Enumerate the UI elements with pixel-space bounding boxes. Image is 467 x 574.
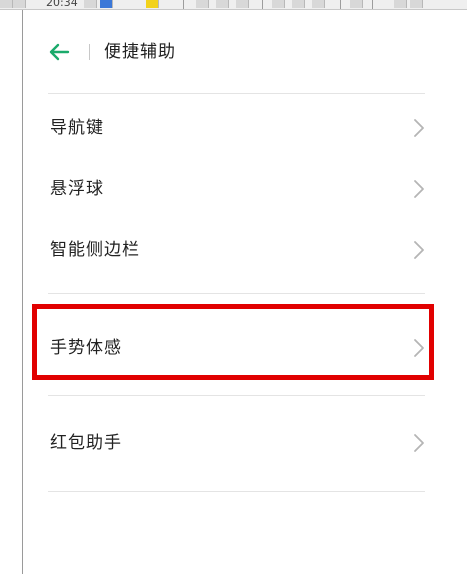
chevron-right-icon [414,119,424,137]
toolbar-button[interactable] [410,0,423,8]
section-divider [48,395,425,396]
menu-item-label: 悬浮球 [50,179,104,199]
toolbar-button[interactable] [216,0,229,8]
toolbar-button[interactable] [100,0,113,8]
toolbar-button[interactable] [312,0,325,8]
page-header: 便捷辅助 [48,36,428,68]
menu-item-floating-ball[interactable]: 悬浮球 [48,169,428,209]
section-divider [48,293,425,294]
section-divider [48,491,425,492]
toolbar-button[interactable] [394,0,407,8]
menu-item-label: 智能侧边栏 [50,240,140,260]
header-divider-line [48,93,425,94]
toolbar-separator [372,0,373,9]
toolbar-button[interactable] [292,0,305,8]
menu-item-smart-sidebar[interactable]: 智能侧边栏 [48,230,428,270]
host-toolbar-strip: 20:34 [0,0,467,10]
page-title: 便捷辅助 [104,42,176,62]
screenshot-page: 20:34 便捷辅助 导航键 悬浮球 智能侧边栏 手势体感 红包助手 [0,0,467,574]
menu-item-label: 红包助手 [50,433,122,453]
header-divider [89,44,90,60]
window-frame-edge [22,0,23,574]
toolbar-button[interactable] [146,0,159,8]
menu-item-label: 导航键 [50,118,104,138]
toolbar-button[interactable] [84,0,97,8]
toolbar-button[interactable] [13,0,26,8]
arrow-left-icon[interactable] [48,42,70,62]
menu-item-red-packet-assistant[interactable]: 红包助手 [48,423,428,463]
toolbar-button[interactable] [0,0,13,8]
status-bar-time: 20:34 [46,0,78,9]
menu-item-navigation-keys[interactable]: 导航键 [48,108,428,148]
highlight-annotation-box [32,304,434,380]
toolbar-button[interactable] [272,0,285,8]
toolbar-separator [340,0,341,9]
toolbar-button[interactable] [196,0,209,8]
toolbar-button[interactable] [236,0,249,8]
chevron-right-icon [414,241,424,259]
toolbar-separator [262,0,263,9]
chevron-right-icon [414,434,424,452]
toolbar-separator [183,0,184,9]
chevron-right-icon [414,180,424,198]
toolbar-button[interactable] [350,0,363,8]
